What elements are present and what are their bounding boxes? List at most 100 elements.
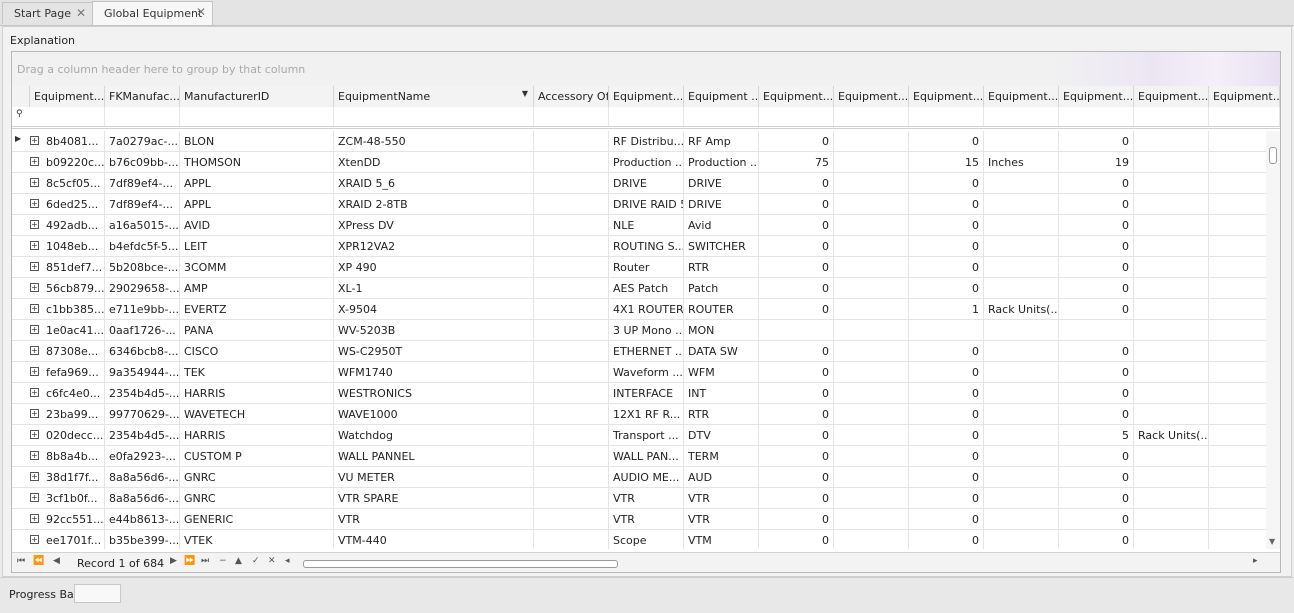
- expand-row-icon[interactable]: +: [30, 451, 39, 460]
- table-cell[interactable]: APPL: [180, 173, 334, 193]
- table-cell[interactable]: 92cc551...: [42, 509, 105, 529]
- table-cell[interactable]: 0: [1059, 488, 1134, 508]
- table-cell[interactable]: [834, 488, 909, 508]
- table-row[interactable]: +3cf1b0f... 8a8a56d6-... GNRC VTR SPARE VTR V…: [12, 488, 1266, 509]
- expand-row-icon[interactable]: +: [30, 220, 39, 229]
- table-cell[interactable]: X-9504: [334, 299, 534, 319]
- column-header[interactable]: Equipment...: [984, 86, 1059, 107]
- table-cell[interactable]: TEK: [180, 362, 334, 382]
- table-cell[interactable]: Production ...: [684, 152, 759, 172]
- table-cell[interactable]: [1134, 194, 1209, 214]
- table-cell[interactable]: [984, 236, 1059, 256]
- expand-row-icon[interactable]: +: [30, 472, 39, 481]
- table-cell[interactable]: [834, 131, 909, 151]
- table-cell[interactable]: LEIT: [180, 236, 334, 256]
- table-row[interactable]: +38d1f7f... 8a8a56d6-... GNRC VU METER AUDIO…: [12, 467, 1266, 488]
- expand-row-icon[interactable]: +: [30, 262, 39, 271]
- table-cell[interactable]: 0: [1059, 278, 1134, 298]
- table-cell[interactable]: 8b8a4b...: [42, 446, 105, 466]
- table-cell[interactable]: [984, 320, 1059, 340]
- table-cell[interactable]: BLON: [180, 131, 334, 151]
- table-cell[interactable]: 7df89ef4-...: [105, 194, 180, 214]
- table-cell[interactable]: [834, 383, 909, 403]
- column-header[interactable]: Equipment...: [1134, 86, 1209, 107]
- filter-cell[interactable]: [105, 107, 180, 126]
- table-cell[interactable]: Rack Units(...: [1134, 425, 1209, 445]
- table-cell[interactable]: [834, 320, 909, 340]
- table-cell[interactable]: 0: [1059, 383, 1134, 403]
- table-cell[interactable]: PANA: [180, 320, 334, 340]
- table-cell[interactable]: [834, 215, 909, 235]
- table-cell[interactable]: 0: [909, 131, 984, 151]
- table-cell[interactable]: e711e9bb-...: [105, 299, 180, 319]
- filter-cell[interactable]: [1134, 107, 1209, 126]
- table-cell[interactable]: [1209, 299, 1266, 319]
- filter-cell[interactable]: [180, 107, 334, 126]
- filter-cell[interactable]: [1059, 107, 1134, 126]
- next-page-icon[interactable]: ⏩: [184, 556, 195, 566]
- table-cell[interactable]: 0: [759, 488, 834, 508]
- table-cell[interactable]: [834, 152, 909, 172]
- table-row[interactable]: + ee1701f... b35be399-... VTEK VTM-440 Scope V…: [12, 530, 1266, 549]
- table-cell[interactable]: 0: [1059, 404, 1134, 424]
- filter-cell[interactable]: [984, 107, 1059, 126]
- table-cell[interactable]: [834, 194, 909, 214]
- table-cell[interactable]: MON: [684, 320, 759, 340]
- last-record-icon[interactable]: ⏭: [201, 556, 209, 566]
- table-cell[interactable]: [1134, 299, 1209, 319]
- table-cell[interactable]: VTR: [684, 509, 759, 529]
- table-cell[interactable]: [534, 278, 609, 298]
- table-cell[interactable]: [1134, 488, 1209, 508]
- table-row[interactable]: ▶ +8b4081... 7a0279ac-... BLON ZCM-48-550 RF …: [12, 131, 1266, 152]
- table-row[interactable]: +1048eb... b4efdc5f-5... LEIT XPR12VA2 ROUTI…: [12, 236, 1266, 257]
- horizontal-scroll-thumb[interactable]: [303, 560, 618, 568]
- table-cell[interactable]: [834, 362, 909, 382]
- table-cell[interactable]: [834, 509, 909, 529]
- table-cell[interactable]: [534, 488, 609, 508]
- filter-cell[interactable]: [334, 107, 534, 126]
- cancel-edit-icon[interactable]: ✕: [268, 556, 276, 566]
- column-header[interactable]: Equipment ...: [684, 86, 759, 107]
- column-header[interactable]: Equipment...: [609, 86, 684, 107]
- table-cell[interactable]: 38d1f7f...: [42, 467, 105, 487]
- table-cell[interactable]: [984, 341, 1059, 361]
- table-cell[interactable]: 1e0ac41...: [42, 320, 105, 340]
- table-cell[interactable]: 0: [909, 215, 984, 235]
- table-cell[interactable]: 4X1 ROUTER: [609, 299, 684, 319]
- table-cell[interactable]: 0: [759, 530, 834, 549]
- table-cell[interactable]: 3cf1b0f...: [42, 488, 105, 508]
- table-cell[interactable]: VTM: [684, 530, 759, 549]
- table-cell[interactable]: [1209, 173, 1266, 193]
- table-cell[interactable]: 0: [909, 362, 984, 382]
- table-cell[interactable]: GNRC: [180, 467, 334, 487]
- table-cell[interactable]: [534, 215, 609, 235]
- table-cell[interactable]: 0: [759, 341, 834, 361]
- column-header[interactable]: Equipment...: [834, 86, 909, 107]
- table-cell[interactable]: 99770629-...: [105, 404, 180, 424]
- table-cell[interactable]: 0: [759, 362, 834, 382]
- table-cell[interactable]: [1209, 236, 1266, 256]
- table-cell[interactable]: 0: [759, 215, 834, 235]
- first-record-icon[interactable]: ⏮: [17, 556, 25, 566]
- table-cell[interactable]: DRIVE RAID 5: [609, 194, 684, 214]
- table-cell[interactable]: 2354b4d5-...: [105, 383, 180, 403]
- table-cell[interactable]: XtenDD: [334, 152, 534, 172]
- table-cell[interactable]: VTR: [609, 488, 684, 508]
- table-cell[interactable]: TERM: [684, 446, 759, 466]
- table-cell[interactable]: AVID: [180, 215, 334, 235]
- auto-filter-row[interactable]: ⚲: [12, 107, 1280, 129]
- table-cell[interactable]: 5: [1059, 425, 1134, 445]
- table-cell[interactable]: WFM: [684, 362, 759, 382]
- table-row[interactable]: +92cc551... e44b8613-... GENERIC VTR VTR VTR 0…: [12, 509, 1266, 530]
- table-cell[interactable]: AUD: [684, 467, 759, 487]
- table-cell[interactable]: THOMSON: [180, 152, 334, 172]
- table-row[interactable]: +020decc... 2354b4d5-... HARRIS Watchdog Tra…: [12, 425, 1266, 446]
- scroll-left-icon[interactable]: ◂: [285, 556, 290, 566]
- table-cell[interactable]: INTERFACE: [609, 383, 684, 403]
- table-cell[interactable]: [984, 467, 1059, 487]
- table-cell[interactable]: DATA SW: [684, 341, 759, 361]
- expand-row-icon[interactable]: +: [30, 283, 39, 292]
- table-cell[interactable]: [1209, 320, 1266, 340]
- table-cell[interactable]: [984, 194, 1059, 214]
- table-cell[interactable]: [534, 152, 609, 172]
